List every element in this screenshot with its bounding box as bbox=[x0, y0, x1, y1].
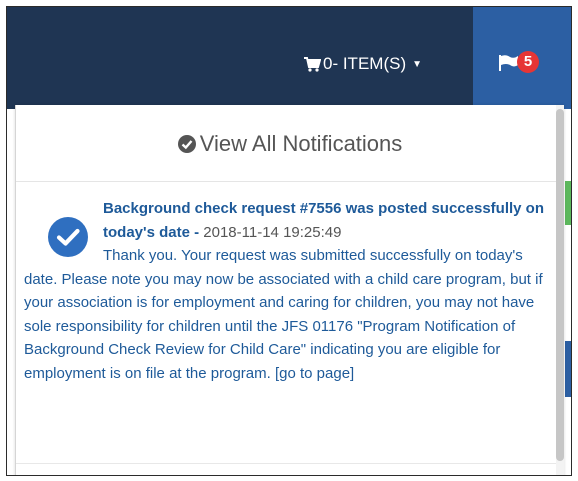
background-accent-green bbox=[565, 181, 571, 225]
caret-down-icon: ▼ bbox=[412, 58, 423, 70]
notification-body: Thank you. Your request was submitted su… bbox=[24, 244, 552, 385]
cart-label: 0- ITEM(S) bbox=[323, 54, 407, 73]
notification-timestamp: 2018-11-14 19:25:49 bbox=[203, 223, 342, 241]
notifications-dropdown-panel: View All Notifications Background check … bbox=[15, 105, 564, 475]
go-to-page-link[interactable]: [go to page] bbox=[275, 365, 354, 382]
notification-header: Background check request #7556 was poste… bbox=[24, 197, 552, 244]
view-all-label: View All Notifications bbox=[199, 131, 403, 156]
notification-item[interactable]: Background check request #7556 was poste… bbox=[24, 197, 552, 385]
notifications-toggle[interactable]: 5 bbox=[473, 7, 571, 109]
shopping-cart-icon bbox=[304, 56, 321, 72]
view-all-notifications-link[interactable]: View All Notifications bbox=[16, 131, 564, 157]
scrollbar-thumb[interactable] bbox=[556, 109, 564, 461]
background-accent-blue bbox=[565, 341, 571, 397]
notification-body-text: Thank you. Your request was submitted su… bbox=[24, 247, 543, 382]
flag-icon bbox=[499, 55, 518, 71]
notification-separator: - bbox=[189, 223, 204, 241]
top-navbar: 0- ITEM(S) ▼ 5 bbox=[7, 7, 571, 109]
header-divider bbox=[16, 181, 564, 182]
cart-dropdown[interactable]: 0- ITEM(S) ▼ bbox=[303, 49, 422, 79]
notifications-window: 0- ITEM(S) ▼ 5 View All Notifications Ba… bbox=[6, 6, 572, 476]
notification-count-badge: 5 bbox=[517, 51, 539, 73]
item-divider bbox=[16, 463, 564, 464]
check-circle-icon bbox=[177, 135, 196, 153]
panel-scrollbar[interactable] bbox=[556, 105, 564, 475]
